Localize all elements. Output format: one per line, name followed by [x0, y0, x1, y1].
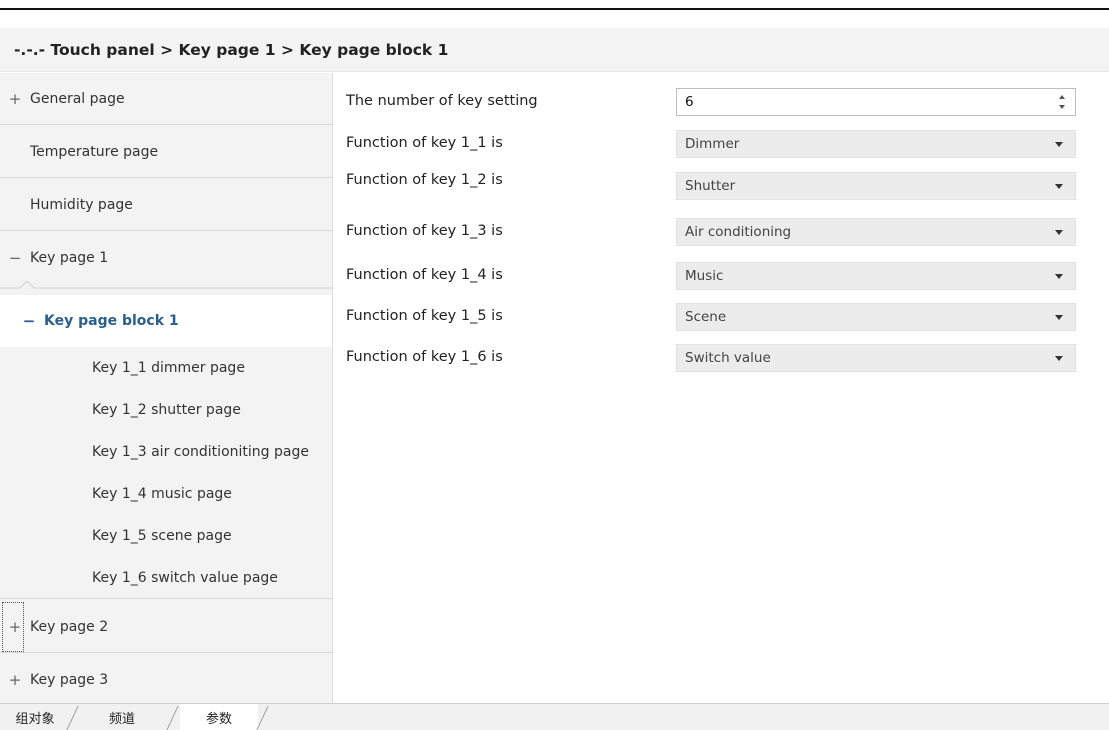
app-window: -.-.- Touch panel > Key page 1 > Key pag… — [0, 0, 1109, 730]
select-value: Air conditioning — [685, 224, 792, 240]
param-row-key-1-3: Function of key 1_3 is Air conditioning — [333, 218, 1109, 248]
spin-down-icon[interactable] — [1059, 105, 1065, 109]
chevron-down-icon — [1055, 142, 1063, 147]
key-1-5-function-select[interactable]: Scene — [676, 303, 1076, 331]
sidebar-item-humidity-page[interactable]: Humidity page — [0, 179, 332, 231]
tab-group-objects[interactable]: 组对象 — [4, 704, 66, 730]
param-row-key-1-2: Function of key 1_2 is Shutter — [333, 172, 1109, 202]
sidebar-item-label: Key 1_5 scene page — [92, 528, 232, 544]
tab-divider — [166, 706, 179, 730]
sidebar-item-key-1-1-dimmer-page[interactable]: Key 1_1 dimmer page — [0, 347, 332, 389]
tree-notch-divider — [0, 281, 332, 289]
sidebar-item-key-page-3[interactable]: + Key page 3 — [0, 654, 332, 703]
param-label: Function of key 1_2 is — [346, 172, 503, 188]
collapse-icon[interactable]: − — [0, 249, 30, 267]
bottom-tab-bar: 组对象 频道 参数 — [0, 703, 1109, 730]
param-label: Function of key 1_4 is — [346, 267, 503, 283]
sidebar-item-label: Key 1_6 switch value page — [92, 569, 278, 586]
tab-channels[interactable]: 频道 — [82, 704, 162, 730]
sidebar-item-label: Key 1_3 air conditioniting page — [92, 444, 309, 460]
tab-divider — [66, 706, 79, 730]
tab-parameters[interactable]: 参数 — [180, 704, 258, 730]
spin-up-icon[interactable] — [1059, 95, 1065, 99]
param-label: Function of key 1_1 is — [346, 135, 503, 151]
spinner-arrows-icon[interactable] — [1059, 93, 1067, 113]
param-row-key-1-4: Function of key 1_4 is Music — [333, 262, 1109, 292]
param-label: Function of key 1_3 is — [346, 223, 503, 239]
sidebar-item-label: Key page 3 — [30, 672, 109, 688]
sidebar-item-temperature-page[interactable]: Temperature page — [0, 126, 332, 178]
sidebar-item-key-page-2[interactable]: + Key page 2 — [0, 601, 332, 653]
tree-notch — [0, 281, 332, 295]
select-value: Scene — [685, 309, 727, 325]
sidebar-item-key-1-3-air-conditioning-page[interactable]: Key 1_3 air conditioniting page — [0, 431, 332, 473]
expand-icon[interactable]: + — [0, 90, 30, 108]
param-row-key-1-1: Function of key 1_1 is Dimmer — [333, 130, 1109, 160]
key-1-3-function-select[interactable]: Air conditioning — [676, 218, 1076, 246]
breadcrumb-text: -.-.- Touch panel > Key page 1 > Key pag… — [14, 40, 449, 59]
select-value: Music — [685, 268, 724, 284]
collapse-icon[interactable]: − — [14, 312, 44, 330]
breadcrumb: -.-.- Touch panel > Key page 1 > Key pag… — [0, 28, 1109, 72]
sidebar-item-label: General page — [30, 90, 125, 107]
sidebar-item-label: Key page 2 — [30, 618, 109, 635]
sidebar-item-label: Key 1_2 shutter page — [92, 402, 241, 418]
spinbox-value: 6 — [685, 94, 694, 110]
sidebar-item-key-1-2-shutter-page[interactable]: Key 1_2 shutter page — [0, 389, 332, 431]
param-row-key-1-6: Function of key 1_6 is Switch value — [333, 344, 1109, 374]
sidebar-item-general-page[interactable]: + General page — [0, 73, 332, 125]
sidebar-item-key-1-4-music-page[interactable]: Key 1_4 music page — [0, 473, 332, 515]
sidebar-item-label: Key page block 1 — [44, 313, 179, 329]
tab-label: 频道 — [108, 711, 135, 727]
sidebar-item-label: Humidity page — [30, 196, 133, 213]
sidebar-item-label: Key 1_1 dimmer page — [92, 360, 245, 376]
param-row-key-1-5: Function of key 1_5 is Scene — [333, 303, 1109, 333]
chevron-down-icon — [1055, 230, 1063, 235]
sidebar-item-key-1-6-switch-value-page[interactable]: Key 1_6 switch value page — [0, 557, 332, 599]
chevron-down-icon — [1055, 315, 1063, 320]
param-row-number-of-keys: The number of key setting 6 — [333, 88, 1109, 118]
tab-label: 组对象 — [15, 711, 55, 727]
select-value: Switch value — [685, 350, 771, 366]
sidebar: + General page Temperature page Humidity… — [0, 73, 333, 703]
sidebar-item-key-page-1[interactable]: − Key page 1 — [0, 232, 332, 284]
key-1-2-function-select[interactable]: Shutter — [676, 172, 1076, 200]
key-1-6-function-select[interactable]: Switch value — [676, 344, 1076, 372]
key-1-1-function-select[interactable]: Dimmer — [676, 130, 1076, 158]
key-1-4-function-select[interactable]: Music — [676, 262, 1076, 290]
param-label: The number of key setting — [346, 93, 538, 109]
select-value: Shutter — [685, 178, 736, 194]
chevron-down-icon — [1055, 184, 1063, 189]
expand-icon[interactable]: + — [0, 671, 30, 689]
param-label: Function of key 1_5 is — [346, 308, 503, 324]
sidebar-item-key-1-5-scene-page[interactable]: Key 1_5 scene page — [0, 515, 332, 557]
tab-label: 参数 — [205, 711, 232, 727]
select-value: Dimmer — [685, 136, 740, 152]
sidebar-item-label: Key 1_4 music page — [92, 486, 232, 502]
parameter-panel: The number of key setting 6 Function of … — [333, 73, 1109, 703]
sidebar-item-key-page-block-1[interactable]: − Key page block 1 — [0, 295, 332, 347]
top-rule — [0, 8, 1109, 10]
tab-divider — [256, 706, 269, 730]
sidebar-item-label: Key page 1 — [30, 250, 109, 266]
chevron-down-icon — [1055, 274, 1063, 279]
focus-outline — [2, 601, 24, 652]
key-count-spinbox[interactable]: 6 — [676, 88, 1076, 116]
chevron-down-icon — [1055, 356, 1063, 361]
sidebar-item-label: Temperature page — [30, 143, 159, 160]
param-label: Function of key 1_6 is — [346, 349, 503, 365]
